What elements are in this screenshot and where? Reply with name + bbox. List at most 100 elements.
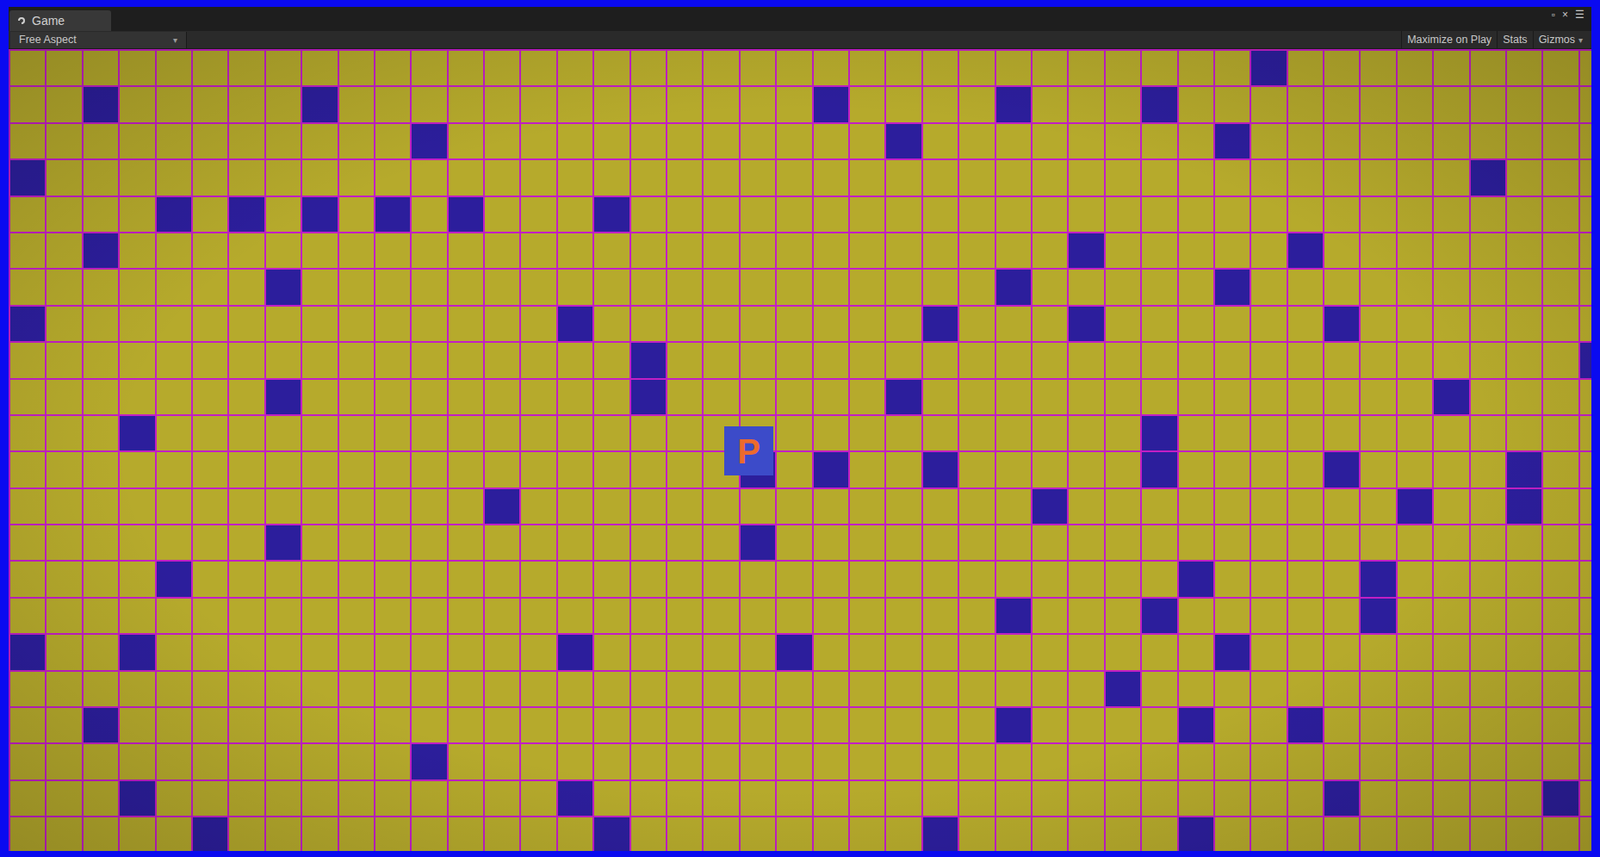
floor-tile [1506, 707, 1542, 743]
floor-tile [83, 124, 118, 159]
floor-tile [411, 452, 447, 487]
toolbar-button[interactable]: Stats [1496, 31, 1533, 49]
floor-tile [1178, 489, 1214, 524]
floor-tile [703, 489, 738, 524]
floor-tile [1433, 415, 1469, 451]
window-control[interactable]: × [1562, 8, 1569, 21]
floor-tile [302, 561, 337, 596]
game-tab[interactable]: Game [9, 10, 112, 32]
floor-tile [156, 744, 192, 779]
floor-tile [1397, 634, 1433, 670]
toolbar-button[interactable]: Maximize on Play [1401, 31, 1497, 49]
floor-tile [229, 342, 264, 378]
floor-tile [558, 489, 593, 524]
floor-tile [411, 50, 447, 86]
floor-tile [996, 379, 1031, 415]
floor-tile [776, 197, 812, 232]
floor-tile [1470, 415, 1506, 451]
floor-tile [520, 452, 556, 487]
dropdown-arrow-icon: ▾ [173, 33, 178, 47]
floor-tile [558, 160, 593, 195]
blocked-tile [1141, 598, 1177, 633]
floor-tile [1068, 197, 1104, 232]
floor-tile [83, 744, 118, 779]
floor-tile [631, 124, 666, 159]
floor-tile [448, 50, 484, 86]
floor-tile [119, 744, 155, 779]
floor-tile [996, 817, 1031, 851]
blocked-tile [1288, 707, 1323, 743]
floor-tile [1178, 415, 1214, 451]
floor-tile [1251, 197, 1286, 232]
floor-tile [631, 415, 666, 451]
floor-tile [959, 634, 994, 670]
floor-tile [192, 489, 228, 524]
floor-tile [813, 269, 849, 304]
floor-tile [1105, 415, 1141, 451]
floor-tile [631, 197, 666, 232]
floor-tile [1506, 197, 1542, 232]
floor-tile [10, 561, 45, 596]
floor-tile [1288, 781, 1323, 816]
floor-tile [667, 306, 702, 342]
floor-tile [339, 415, 374, 451]
floor-tile [1251, 598, 1286, 633]
floor-tile [119, 124, 155, 159]
floor-tile [229, 379, 264, 415]
floor-tile [1470, 233, 1506, 268]
floor-tile [1141, 306, 1177, 342]
floor-tile [1360, 671, 1396, 707]
aspect-dropdown[interactable]: Free Aspect ▾ [10, 31, 187, 49]
floor-tile [229, 306, 264, 342]
floor-tile [667, 817, 702, 851]
floor-tile [1506, 744, 1542, 779]
floor-tile [1397, 707, 1433, 743]
floor-tile [339, 744, 374, 779]
floor-tile [339, 342, 374, 378]
floor-tile [156, 233, 192, 268]
window-control[interactable]: ▫ [1551, 8, 1556, 21]
floor-tile [1360, 86, 1396, 122]
blocked-tile [1433, 379, 1469, 415]
floor-tile [302, 525, 337, 560]
floor-tile [1068, 489, 1104, 524]
blocked-tile [1032, 489, 1067, 524]
blocked-tile [1141, 415, 1177, 451]
floor-tile [448, 781, 484, 816]
floor-tile [411, 781, 447, 816]
floor-tile [1215, 525, 1250, 560]
floor-tile [192, 124, 228, 159]
toolbar-button[interactable]: Gizmos▾ [1532, 31, 1592, 49]
floor-tile [448, 124, 484, 159]
blocked-tile [996, 86, 1031, 122]
floor-tile [229, 233, 264, 268]
floor-tile [1215, 86, 1250, 122]
vignette [8, 49, 1592, 851]
floor-tile [339, 197, 374, 232]
floor-tile [484, 86, 520, 122]
floor-tile [411, 707, 447, 743]
floor-tile [1032, 124, 1067, 159]
floor-tile [1105, 160, 1141, 195]
floor-tile [1506, 86, 1542, 122]
floor-tile [192, 744, 228, 779]
floor-tile [1288, 269, 1323, 304]
floor-tile [703, 707, 738, 743]
floor-tile [46, 489, 81, 524]
floor-tile [886, 634, 921, 670]
floor-tile [776, 817, 812, 851]
blocked-tile [119, 781, 155, 816]
floor-tile [339, 634, 374, 670]
floor-tile [302, 269, 337, 304]
floor-tile [631, 86, 666, 122]
floor-tile [484, 598, 520, 633]
floor-tile [1215, 489, 1250, 524]
floor-tile [192, 233, 228, 268]
window-control[interactable]: ☰ [1575, 8, 1585, 21]
floor-tile [996, 50, 1031, 86]
floor-tile [959, 817, 994, 851]
floor-tile [631, 781, 666, 816]
floor-tile [484, 379, 520, 415]
floor-tile [959, 50, 994, 86]
floor-tile [959, 269, 994, 304]
